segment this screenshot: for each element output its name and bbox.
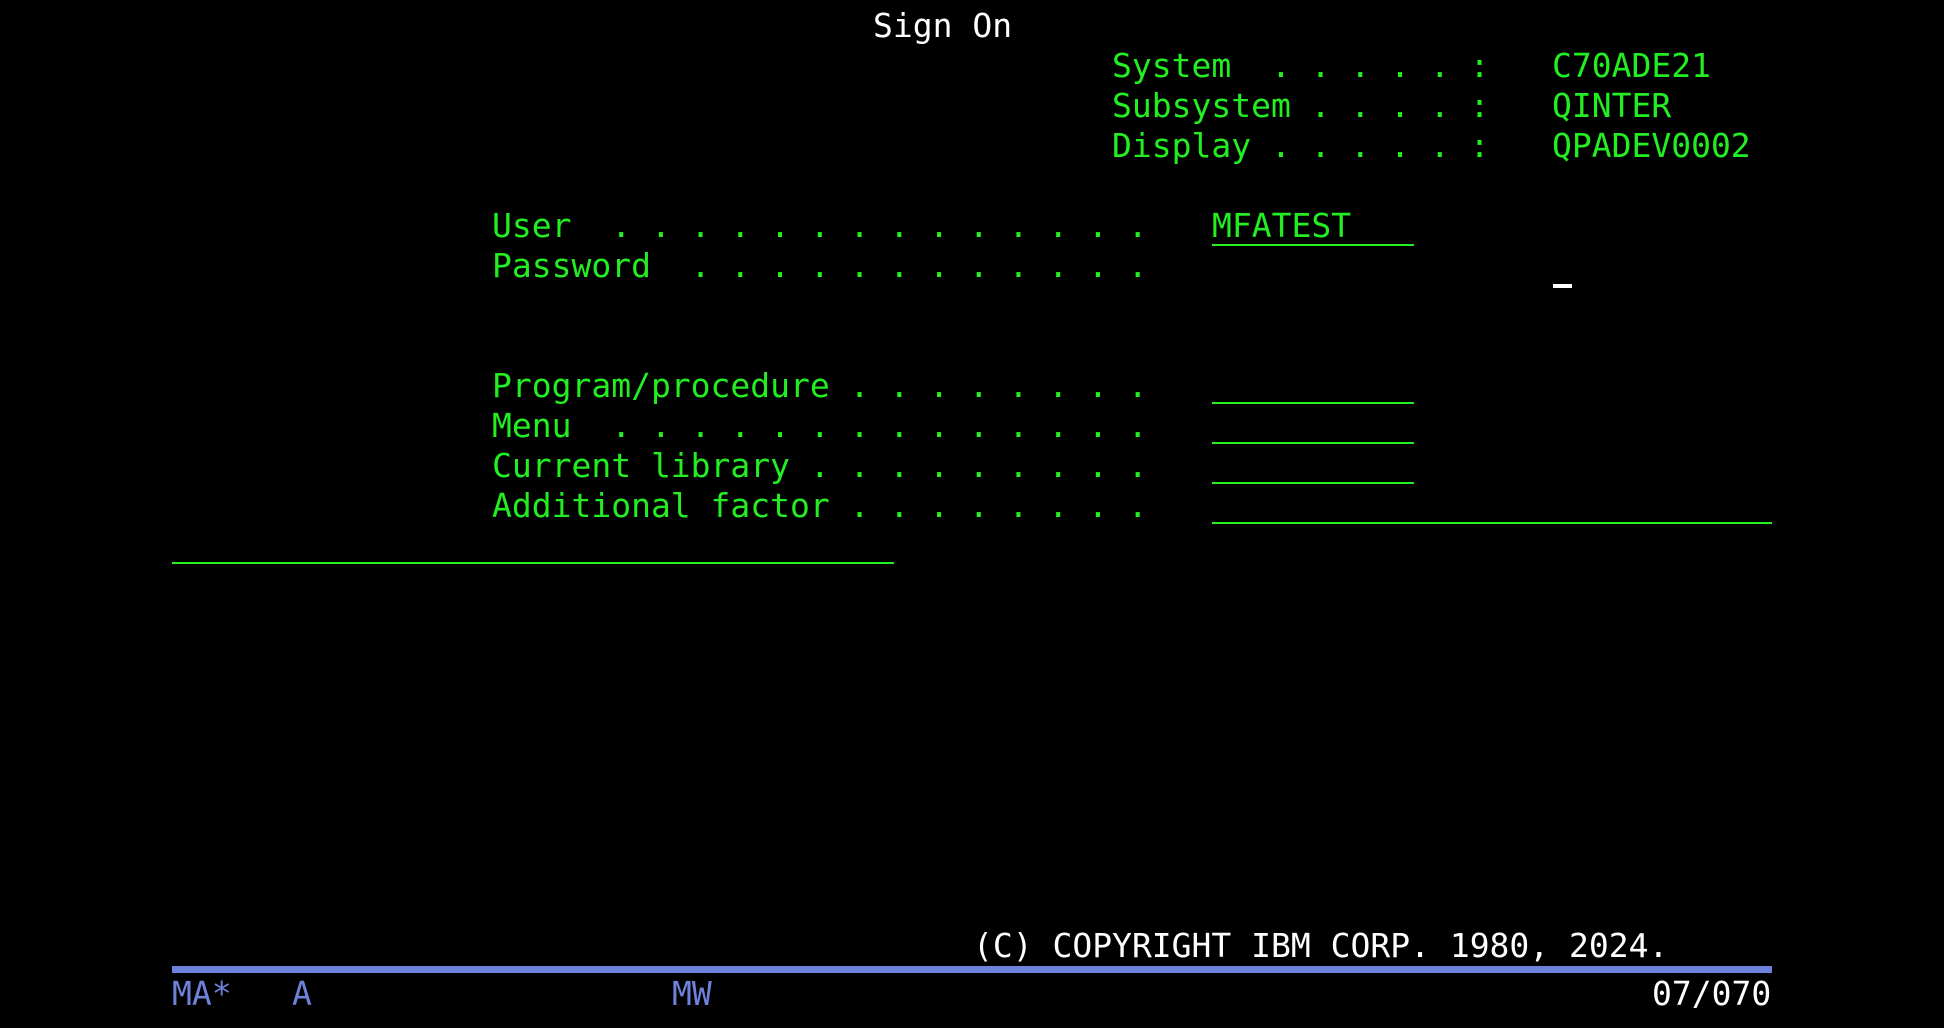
program-field[interactable] (1212, 370, 1414, 404)
input-indicator: A (292, 974, 312, 1013)
system-value: C70ADE21 (1552, 46, 1711, 85)
subsystem-value: QINTER (1552, 86, 1672, 125)
password-field[interactable] (1212, 250, 1612, 282)
message-waiting-indicator: MW (672, 974, 712, 1013)
subsystem-label: Subsystem . . . . : (1112, 86, 1490, 125)
library-field[interactable] (1212, 450, 1414, 484)
menu-field[interactable] (1212, 410, 1414, 444)
additional-factor-field[interactable] (1212, 490, 1772, 524)
additional-factor-continuation[interactable] (172, 562, 894, 564)
library-label: Current library . . . . . . . . . (492, 446, 1148, 485)
display-label: Display . . . . . : (1112, 126, 1490, 165)
session-indicator: MA* (172, 974, 232, 1013)
factor-label: Additional factor . . . . . . . . (492, 486, 1148, 525)
user-field[interactable]: MFATEST (1212, 206, 1414, 246)
system-label: System . . . . . : (1112, 46, 1490, 85)
screen-title: Sign On (873, 6, 1013, 45)
status-divider (172, 966, 1772, 973)
text-cursor (1553, 284, 1572, 288)
menu-label: Menu . . . . . . . . . . . . . . (492, 406, 1148, 445)
password-label: Password . . . . . . . . . . . . (492, 246, 1148, 285)
cursor-position: 07/070 (1652, 974, 1772, 1013)
copyright-notice: (C) COPYRIGHT IBM CORP. 1980, 2024. (973, 926, 1669, 965)
program-label: Program/procedure . . . . . . . . (492, 366, 1148, 405)
user-label: User . . . . . . . . . . . . . . (492, 206, 1148, 245)
display-value: QPADEV0002 (1552, 126, 1751, 165)
